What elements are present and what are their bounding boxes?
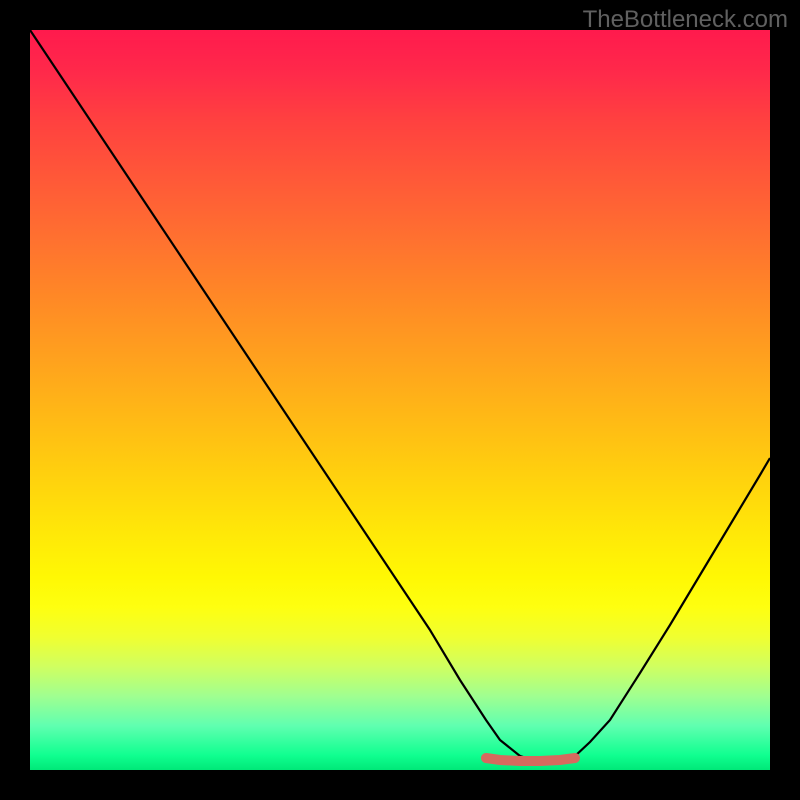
bottleneck-curve-line: [30, 30, 770, 762]
optimum-flat-line: [486, 758, 575, 761]
bottleneck-chart: [30, 30, 770, 770]
watermark-text: TheBottleneck.com: [583, 6, 788, 34]
